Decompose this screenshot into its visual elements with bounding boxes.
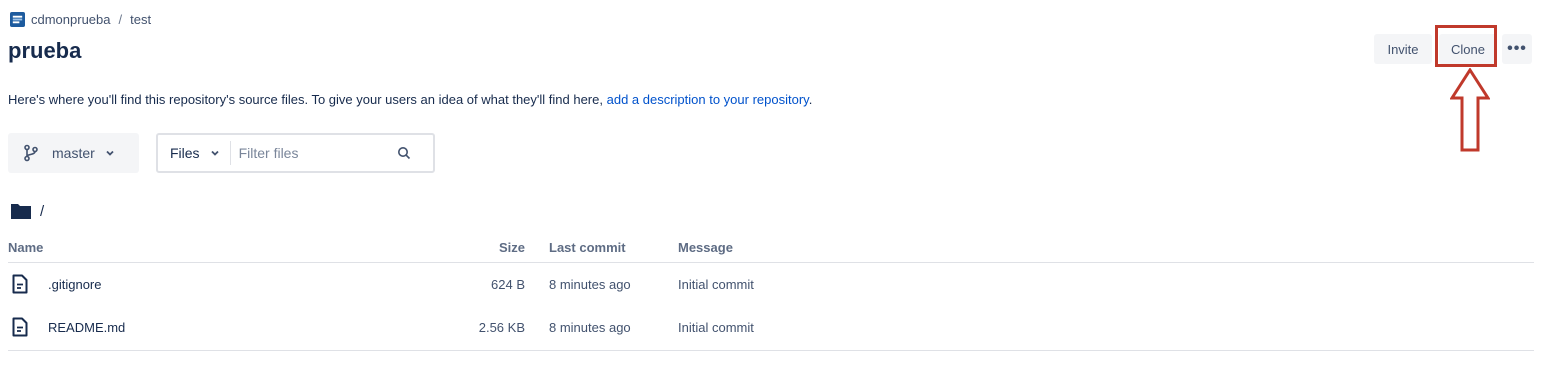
description-end: . (808, 92, 813, 107)
chevron-down-icon (106, 150, 114, 156)
table-divider (8, 262, 1534, 263)
file-icon (12, 274, 28, 294)
branch-selector[interactable]: master (8, 133, 139, 173)
filter-type-dropdown[interactable]: Files (158, 141, 231, 165)
table-row[interactable]: README.md 2.56 KB 8 minutes ago Initial … (8, 307, 1534, 349)
file-icon (12, 317, 28, 337)
file-filter: Files (156, 133, 435, 173)
breadcrumb-separator: / (118, 12, 123, 27)
column-header-message[interactable]: Message (678, 240, 733, 255)
more-actions-button[interactable]: ••• (1502, 34, 1532, 64)
file-size: 624 B (491, 277, 525, 292)
breadcrumb: cdmonprueba / test (10, 12, 151, 27)
column-header-size[interactable]: Size (470, 240, 525, 255)
file-commit-message[interactable]: Initial commit (678, 277, 754, 292)
current-path: / (10, 202, 44, 220)
description-text: Here's where you'll find this repository… (8, 92, 603, 107)
branch-name: master (52, 145, 95, 161)
breadcrumb-repo-link[interactable]: test (130, 12, 151, 27)
column-header-name[interactable]: Name (8, 240, 43, 255)
file-size: 2.56 KB (478, 320, 525, 335)
table-row[interactable]: .gitignore 624 B 8 minutes ago Initial c… (8, 264, 1534, 306)
file-last-commit[interactable]: 8 minutes ago (549, 277, 631, 292)
search-icon[interactable] (397, 146, 411, 160)
path-label: / (40, 202, 45, 220)
file-name-link[interactable]: README.md (48, 320, 125, 335)
folder-icon (11, 204, 31, 219)
breadcrumb-project-link[interactable]: cdmonprueba (31, 12, 111, 27)
repo-description: Here's where you'll find this repository… (8, 92, 812, 107)
annotation-highlight-box (1435, 25, 1497, 67)
annotation-arrow-icon (1450, 68, 1490, 152)
file-name-link[interactable]: .gitignore (48, 277, 101, 292)
chevron-down-icon (210, 150, 219, 156)
filter-files-input[interactable] (236, 144, 391, 162)
add-description-link[interactable]: add a description to your repository (607, 92, 809, 107)
file-commit-message[interactable]: Initial commit (678, 320, 754, 335)
filter-type-label: Files (170, 145, 200, 161)
file-last-commit[interactable]: 8 minutes ago (549, 320, 631, 335)
invite-button[interactable]: Invite (1374, 34, 1432, 64)
column-header-last-commit[interactable]: Last commit (549, 240, 626, 255)
branch-icon (24, 144, 38, 162)
page-title: prueba (8, 38, 82, 63)
table-bottom-divider (8, 350, 1534, 351)
project-avatar-icon[interactable] (10, 12, 25, 27)
